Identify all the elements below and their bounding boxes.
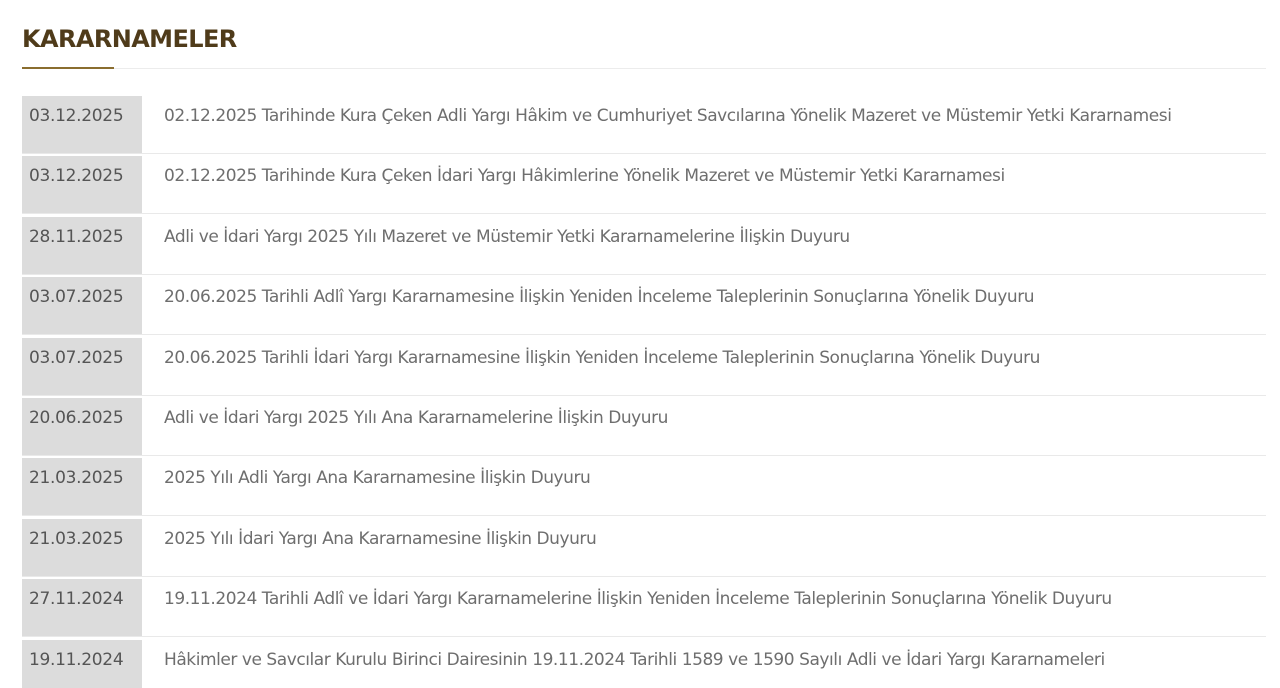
- list-item[interactable]: 20.06.2025 Adli ve İdari Yargı 2025 Yılı…: [22, 397, 1266, 456]
- item-date: 03.07.2025: [22, 277, 142, 335]
- item-date: 27.11.2024: [22, 579, 142, 637]
- item-link[interactable]: 02.12.2025 Tarihinde Kura Çeken Adli Yar…: [142, 96, 1266, 153]
- item-link[interactable]: 02.12.2025 Tarihinde Kura Çeken İdari Ya…: [142, 156, 1266, 213]
- list-item[interactable]: 03.07.2025 20.06.2025 Tarihli Adlî Yargı…: [22, 277, 1266, 336]
- list-item[interactable]: 28.11.2025 Adli ve İdari Yargı 2025 Yılı…: [22, 216, 1266, 275]
- item-link[interactable]: Adli ve İdari Yargı 2025 Yılı Mazeret ve…: [142, 217, 1266, 274]
- page-header: KARARNAMELER: [22, 22, 1266, 69]
- list-item[interactable]: 21.03.2025 2025 Yılı İdari Yargı Ana Kar…: [22, 518, 1266, 577]
- item-link[interactable]: Hâkimler ve Savcılar Kurulu Birinci Dair…: [142, 640, 1266, 688]
- item-date: 28.11.2025: [22, 216, 142, 274]
- item-link[interactable]: 19.11.2024 Tarihli Adlî ve İdari Yargı K…: [142, 579, 1266, 636]
- item-link[interactable]: 20.06.2025 Tarihli İdari Yargı Kararname…: [142, 338, 1266, 395]
- item-link[interactable]: 20.06.2025 Tarihli Adlî Yargı Kararnames…: [142, 277, 1266, 334]
- list-item[interactable]: 21.03.2025 2025 Yılı Adli Yargı Ana Kara…: [22, 458, 1266, 517]
- list-item[interactable]: 03.12.2025 02.12.2025 Tarihinde Kura Çek…: [22, 156, 1266, 215]
- item-date: 19.11.2024: [22, 639, 142, 688]
- title-underline: [22, 67, 114, 69]
- item-date: 20.06.2025: [22, 397, 142, 455]
- item-date: 21.03.2025: [22, 518, 142, 576]
- item-link[interactable]: Adli ve İdari Yargı 2025 Yılı Ana Kararn…: [142, 398, 1266, 455]
- item-date: 03.07.2025: [22, 337, 142, 395]
- list-item[interactable]: 03.07.2025 20.06.2025 Tarihli İdari Yarg…: [22, 337, 1266, 396]
- list-item[interactable]: 27.11.2024 19.11.2024 Tarihli Adlî ve İd…: [22, 579, 1266, 638]
- item-date: 03.12.2025: [22, 156, 142, 214]
- item-date: 21.03.2025: [22, 458, 142, 516]
- item-date: 03.12.2025: [22, 96, 142, 153]
- item-link[interactable]: 2025 Yılı Adli Yargı Ana Kararnamesine İ…: [142, 458, 1266, 515]
- decree-list: 03.12.2025 02.12.2025 Tarihinde Kura Çek…: [22, 96, 1266, 688]
- page-title: KARARNAMELER: [22, 25, 237, 53]
- list-item[interactable]: 03.12.2025 02.12.2025 Tarihinde Kura Çek…: [22, 96, 1266, 154]
- list-item[interactable]: 19.11.2024 Hâkimler ve Savcılar Kurulu B…: [22, 639, 1266, 688]
- item-link[interactable]: 2025 Yılı İdari Yargı Ana Kararnamesine …: [142, 519, 1266, 576]
- page: KARARNAMELER 03.12.2025 02.12.2025 Tarih…: [0, 0, 1280, 688]
